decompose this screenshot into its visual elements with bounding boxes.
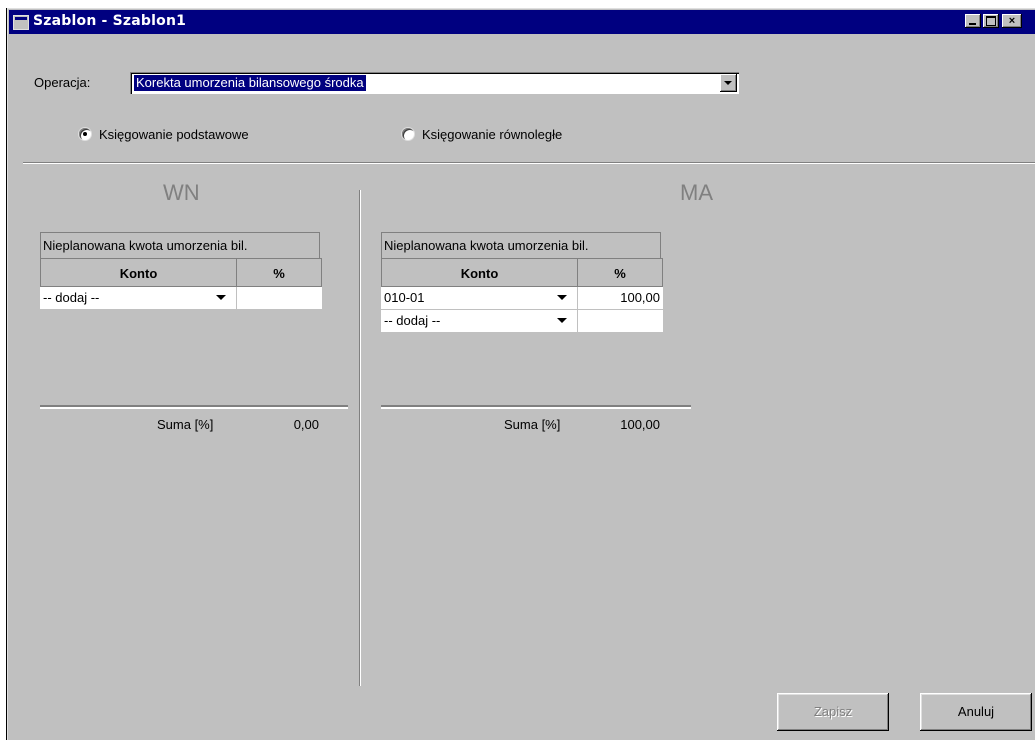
ma-grid-header: Konto % [381, 258, 663, 287]
window-title: Szablon - Szablon1 [33, 13, 187, 29]
ma-table-row[interactable]: -- dodaj -- [381, 310, 663, 332]
radio-unchecked-icon [402, 128, 414, 140]
ma-grid-caption: Nieplanowana kwota umorzenia bil. [381, 232, 661, 258]
window-icon [13, 15, 29, 30]
chevron-down-icon[interactable] [216, 295, 226, 300]
close-icon: × [1008, 15, 1016, 27]
minimize-button[interactable] [965, 14, 981, 28]
wn-grid-caption: Nieplanowana kwota umorzenia bil. [40, 232, 320, 258]
radio-checked-icon [79, 128, 91, 140]
radio-parallel-label: Księgowanie równoległe [422, 127, 563, 142]
ma-heading: MA [680, 180, 713, 205]
wn-sum-divider [40, 405, 348, 409]
wn-grid-header: Konto % [40, 258, 322, 287]
wn-pct-cell[interactable] [237, 287, 322, 309]
chevron-down-icon[interactable] [557, 295, 567, 300]
wn-table-row[interactable]: -- dodaj -- [40, 287, 322, 309]
dialog-window: Szablon - Szablon1 × Operacja: Korekta u… [6, 8, 1035, 740]
save-button[interactable]: Zapisz [777, 693, 889, 731]
wn-konto-select[interactable]: -- dodaj -- [40, 287, 237, 309]
wn-heading: WN [163, 180, 200, 205]
ma-sum-label: Suma [%] [504, 417, 561, 432]
title-bar[interactable]: Szablon - Szablon1 × [9, 10, 1035, 34]
operation-dropdown-button[interactable] [720, 74, 737, 92]
ma-konto-select[interactable]: -- dodaj -- [381, 310, 578, 332]
ma-col-konto[interactable]: Konto [381, 258, 578, 287]
ma-konto-select[interactable]: 010-01 [381, 287, 578, 309]
ma-sum-divider [381, 405, 691, 409]
ma-sum-value: 100,00 [620, 417, 660, 432]
ma-table-row[interactable]: 010-01 100,00 [381, 287, 663, 309]
ma-konto-value: -- dodaj -- [384, 313, 441, 328]
chevron-down-icon [724, 81, 732, 85]
ma-col-pct[interactable]: % [577, 258, 663, 287]
radio-basic-label: Księgowanie podstawowe [99, 127, 249, 142]
close-button[interactable]: × [1002, 14, 1022, 28]
operation-label: Operacja: [34, 75, 91, 90]
wn-konto-value: -- dodaj -- [43, 290, 100, 305]
ma-pct-cell[interactable] [578, 310, 663, 332]
operation-value: Korekta umorzenia bilansowego środka [134, 75, 366, 91]
vertical-divider [359, 190, 361, 686]
maximize-button[interactable] [983, 14, 999, 28]
wn-sum-label: Suma [%] [157, 417, 214, 432]
chevron-down-icon[interactable] [557, 318, 567, 323]
ma-konto-value: 010-01 [384, 290, 425, 305]
wn-col-pct[interactable]: % [236, 258, 322, 287]
wn-col-konto[interactable]: Konto [40, 258, 237, 287]
operation-select[interactable]: Korekta umorzenia bilansowego środka [130, 72, 739, 94]
wn-sum-value: 0,00 [293, 417, 319, 432]
cancel-button[interactable]: Anuluj [920, 693, 1032, 731]
horizontal-divider [23, 162, 1035, 164]
maximize-icon [986, 16, 996, 26]
ma-pct-cell[interactable]: 100,00 [578, 287, 663, 309]
minimize-icon [969, 23, 976, 25]
